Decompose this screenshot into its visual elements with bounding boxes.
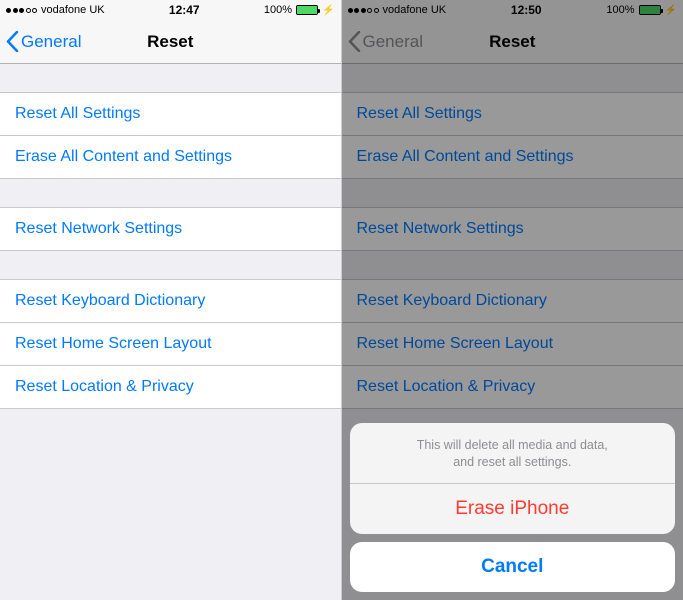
carrier-label: vodafone UK (41, 4, 105, 16)
sheet-message: This will delete all media and data, and… (350, 423, 676, 484)
reset-all-settings[interactable]: Reset All Settings (0, 92, 341, 136)
signal-icon (6, 8, 37, 13)
action-sheet: This will delete all media and data, and… (350, 423, 676, 592)
status-bar: vodafone UK 12:47 100% ⚡ (0, 0, 341, 20)
screen-left: vodafone UK 12:47 100% ⚡ General Reset R… (0, 0, 342, 600)
screen-right: vodafone UK 12:50 100% ⚡ General Reset R… (342, 0, 683, 600)
reset-home-screen[interactable]: Reset Home Screen Layout (0, 323, 341, 366)
battery-icon (296, 5, 318, 15)
reset-keyboard[interactable]: Reset Keyboard Dictionary (0, 279, 341, 323)
cancel-button[interactable]: Cancel (350, 542, 676, 592)
erase-iphone-button[interactable]: Erase iPhone (350, 484, 676, 534)
chevron-left-icon (6, 31, 19, 52)
reset-network[interactable]: Reset Network Settings (0, 207, 341, 251)
clock: 12:47 (169, 3, 200, 17)
reset-location-privacy[interactable]: Reset Location & Privacy (0, 366, 341, 409)
group-3: Reset Keyboard Dictionary Reset Home Scr… (0, 279, 341, 409)
back-button[interactable]: General (0, 31, 81, 52)
charging-icon: ⚡ (322, 5, 334, 16)
group-1: Reset All Settings Erase All Content and… (0, 92, 341, 179)
back-label: General (21, 32, 81, 52)
group-2: Reset Network Settings (0, 207, 341, 251)
erase-all-content[interactable]: Erase All Content and Settings (0, 136, 341, 179)
battery-percent: 100% (264, 4, 292, 16)
nav-bar: General Reset (0, 20, 341, 64)
